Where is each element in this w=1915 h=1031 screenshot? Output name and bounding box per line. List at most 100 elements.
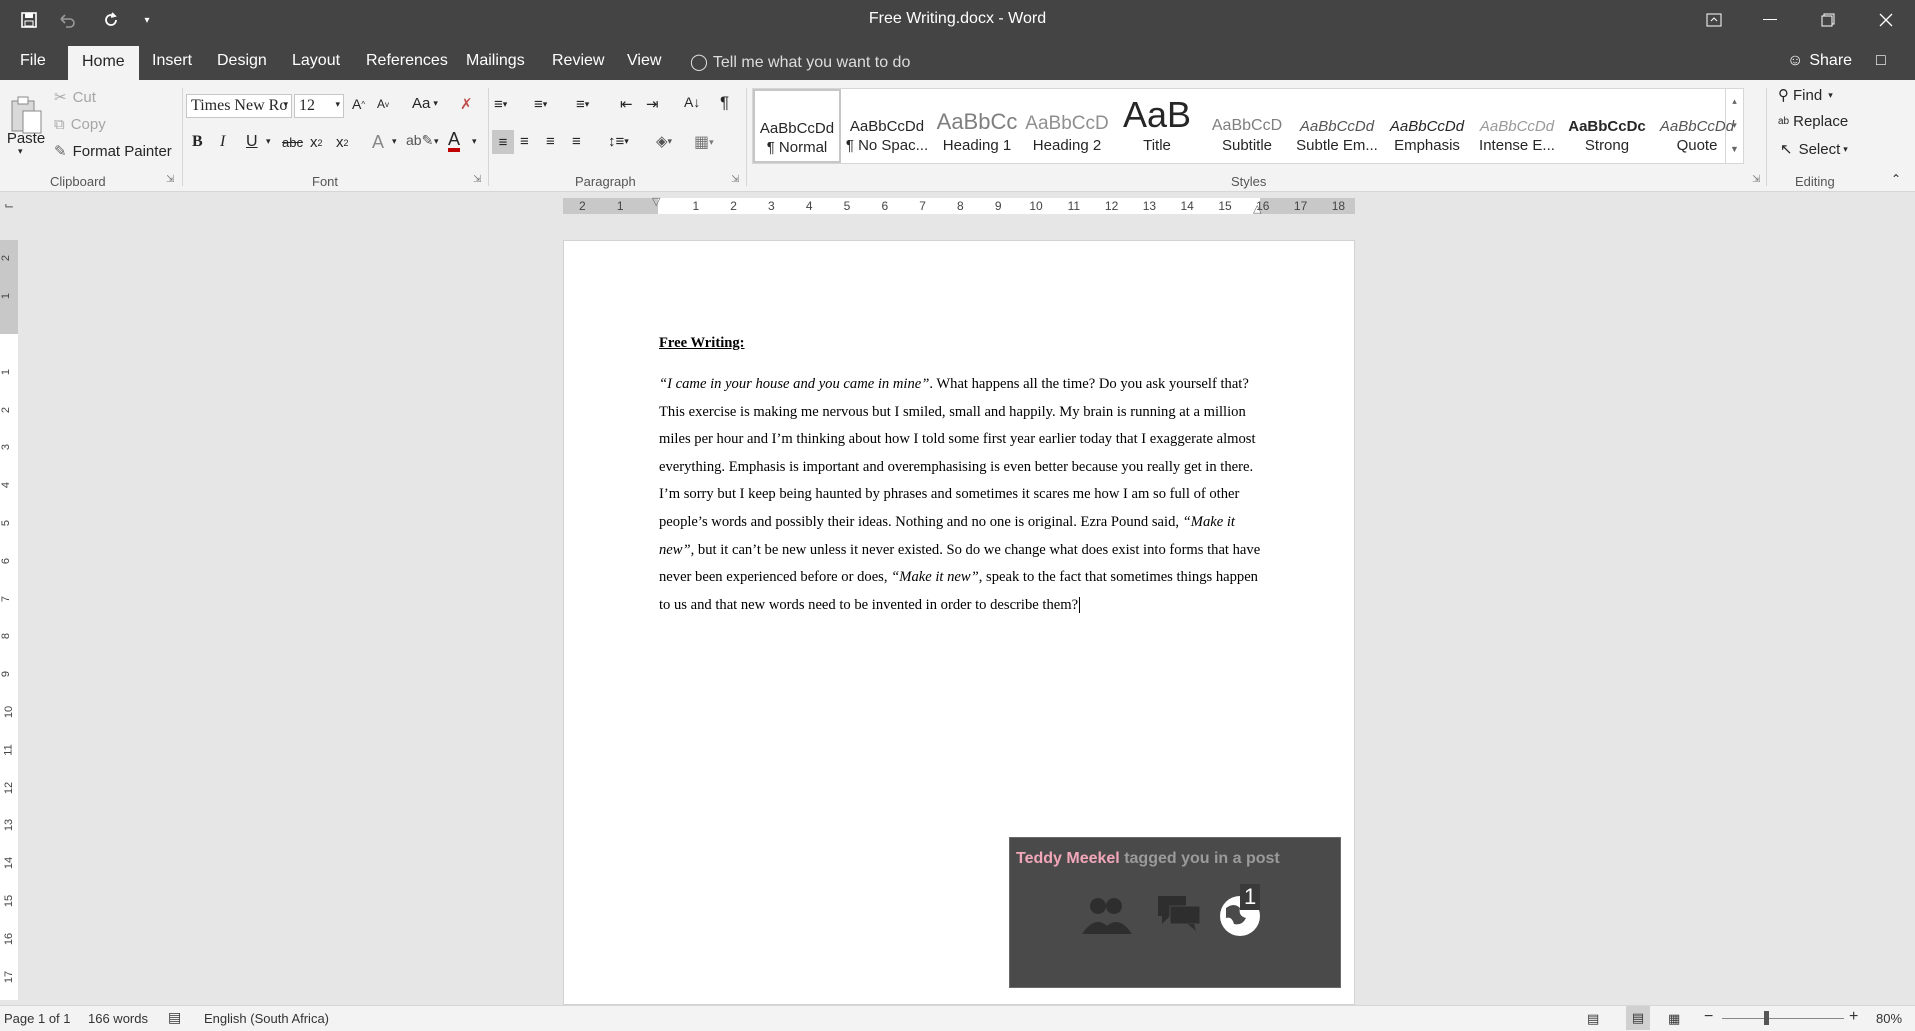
replace-button[interactable]: ab Replace (1778, 113, 1848, 130)
messages-icon[interactable] (1156, 894, 1202, 938)
tab-home[interactable]: Home (68, 46, 139, 80)
line-spacing-icon[interactable]: ↕≡ ▾ (608, 133, 629, 150)
ribbon-display-options-icon[interactable] (1686, 0, 1742, 40)
chevron-down-icon[interactable]: ▾ (472, 136, 477, 147)
bold-icon[interactable]: B (192, 133, 203, 151)
align-right-icon[interactable]: ≡ (546, 133, 555, 150)
superscript-icon[interactable]: x2 (336, 134, 349, 151)
format-painter-button[interactable]: ✎ Format Painter (54, 141, 172, 161)
chevron-down-icon[interactable]: ▾ (266, 136, 271, 147)
notification-count-badge: 1 (1240, 884, 1261, 910)
right-indent-marker-icon[interactable]: △ (1253, 202, 1261, 215)
sort-icon[interactable]: A↓ (684, 94, 700, 110)
read-mode-icon[interactable]: ▤ (1587, 1011, 1599, 1027)
styles-scroll[interactable]: ▴ ▾ ▼ (1725, 89, 1743, 163)
scroll-down-icon[interactable]: ▾ (1726, 113, 1743, 137)
chevron-down-icon[interactable]: ▾ (392, 136, 397, 147)
styles-launcher-icon[interactable]: ⇲ (1752, 174, 1760, 185)
web-layout-icon[interactable]: ▦ (1668, 1011, 1680, 1027)
tab-selector[interactable]: ⌙ (0, 198, 18, 214)
show-formatting-icon[interactable]: ¶ (720, 93, 729, 113)
grow-font-icon[interactable]: A ^ (352, 96, 365, 112)
italic-icon[interactable]: I (220, 133, 225, 151)
collapse-ribbon-icon[interactable]: ⌃ (1891, 172, 1901, 186)
text-effects-icon[interactable]: A (372, 132, 384, 153)
clear-formatting-icon[interactable]: ✗ (460, 95, 473, 113)
subscript-icon[interactable]: x2 (310, 134, 323, 151)
copy-icon: ⧉ (54, 115, 65, 133)
ruler-tick-label: 3 (0, 444, 13, 451)
minimize-icon[interactable] (1742, 0, 1798, 40)
change-case-button[interactable]: Aa ▾ (412, 95, 438, 112)
copy-button[interactable]: ⧉ Copy (54, 114, 106, 134)
zoom-out-icon[interactable]: − (1704, 1008, 1713, 1026)
share-button[interactable]: ☺ Share (1787, 52, 1852, 70)
chevron-down-icon[interactable]: ▾ (434, 136, 439, 147)
tab-insert[interactable]: Insert (152, 52, 192, 70)
proofing-icon[interactable]: ▤ (168, 1009, 181, 1026)
comments-icon[interactable]: □ (1876, 52, 1886, 70)
numbering-icon[interactable]: ≡ ▾ (534, 96, 547, 113)
more-styles-icon[interactable]: ▼ (1726, 137, 1743, 161)
underline-icon[interactable]: U (246, 133, 258, 151)
word-count[interactable]: 166 words (88, 1011, 148, 1026)
style-heading-1[interactable]: AaBbCc Heading 1 (933, 89, 1021, 163)
zoom-in-icon[interactable]: + (1849, 1008, 1858, 1026)
print-layout-icon[interactable]: ▤ (1626, 1006, 1650, 1030)
cut-button[interactable]: ✂ Cut (54, 87, 96, 107)
style-heading-2[interactable]: AaBbCcD Heading 2 (1023, 89, 1111, 163)
select-button[interactable]: ↖ Select ▾ (1780, 140, 1848, 159)
shading-icon[interactable]: ◈ ▾ (656, 132, 672, 150)
highlight-icon[interactable]: ab✎ (406, 132, 433, 149)
page-count[interactable]: Page 1 of 1 (4, 1011, 71, 1026)
horizontal-ruler[interactable]: 2 1 1 2 3 4 5 6 7 8 9 10 11 12 13 14 15 16 17 18 ▽ △ (563, 195, 1355, 215)
tab-view[interactable]: View (627, 52, 661, 70)
font-launcher-icon[interactable]: ⇲ (473, 174, 481, 185)
scroll-up-icon[interactable]: ▴ (1726, 89, 1743, 113)
close-icon[interactable] (1858, 0, 1914, 40)
tab-review[interactable]: Review (552, 52, 604, 70)
notification-popup[interactable]: Teddy Meekel tagged you in a post 1 (1009, 837, 1341, 988)
align-center-icon[interactable]: ≡ (520, 133, 529, 150)
notification-message: tagged you in a post (1119, 850, 1280, 867)
document-paragraph[interactable]: “I came in your house and you came in mi… (659, 371, 1264, 619)
shrink-font-icon[interactable]: Av (377, 97, 389, 111)
bullets-icon[interactable]: ≡ ▾ (494, 96, 507, 113)
style-intense-emphasis[interactable]: AaBbCcDd Intense E... (1473, 89, 1561, 163)
tab-layout[interactable]: Layout (292, 52, 340, 70)
style-subtitle[interactable]: AaBbCcD Subtitle (1203, 89, 1291, 163)
justify-icon[interactable]: ≡ (572, 133, 581, 150)
zoom-slider-thumb[interactable] (1764, 1011, 1769, 1025)
zoom-slider[interactable] (1722, 1018, 1844, 1019)
tab-file[interactable]: File (20, 52, 46, 70)
zoom-level[interactable]: 80% (1876, 1011, 1902, 1026)
language[interactable]: English (South Africa) (204, 1011, 329, 1026)
friends-icon[interactable] (1078, 894, 1138, 940)
indent-marker-icon[interactable]: ▽ (652, 195, 660, 208)
increase-indent-icon[interactable]: ⇥ (646, 95, 659, 113)
find-button[interactable]: ⚲ Find ▾ (1778, 86, 1833, 105)
tab-mailings[interactable]: Mailings (466, 52, 525, 70)
tab-references[interactable]: References (366, 52, 448, 70)
style-preview: AaBbCcDd (1299, 118, 1375, 135)
style-subtle-emphasis[interactable]: AaBbCcDd Subtle Em... (1293, 89, 1381, 163)
align-left-icon[interactable]: ≡ (492, 130, 514, 154)
paragraph-launcher-icon[interactable]: ⇲ (731, 174, 739, 185)
paste-dropdown-icon[interactable]: ▾ (18, 146, 23, 157)
restore-icon[interactable] (1800, 0, 1856, 40)
font-family-select[interactable]: Times New Ro ▾ (186, 94, 292, 118)
strikethrough-icon[interactable]: abc (282, 135, 303, 150)
borders-icon[interactable]: ▦ ▾ (694, 132, 714, 152)
font-size-select[interactable]: 12 ▾ (294, 94, 344, 118)
decrease-indent-icon[interactable]: ⇤ (620, 95, 633, 113)
style-title[interactable]: AaB Title (1113, 89, 1201, 163)
tab-design[interactable]: Design (217, 52, 267, 70)
clipboard-launcher-icon[interactable]: ⇲ (166, 174, 174, 185)
style-normal[interactable]: AaBbCcDd ¶ Normal (753, 89, 841, 163)
style-emphasis[interactable]: AaBbCcDd Emphasis (1383, 89, 1471, 163)
font-color-icon[interactable]: A (448, 130, 461, 152)
style-strong[interactable]: AaBbCcDc Strong (1563, 89, 1651, 163)
multilevel-list-icon[interactable]: ≡ ▾ (576, 96, 589, 113)
tell-me-search[interactable]: ◯ Tell me what you want to do (690, 52, 910, 72)
style-no-spacing[interactable]: AaBbCcDd ¶ No Spac... (843, 89, 931, 163)
